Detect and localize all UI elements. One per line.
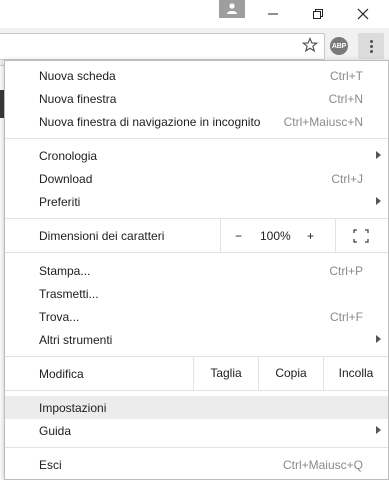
menu-item-label: Cronologia [39, 148, 98, 163]
menu-item-label: Nuova finestra [39, 91, 117, 106]
restore-icon [313, 9, 323, 19]
menu-dot [369, 49, 373, 53]
menu-item-shortcut: Ctrl+P [329, 263, 363, 278]
menu-item-settings[interactable]: Impostazioni [5, 396, 388, 419]
minimize-button[interactable] [253, 0, 293, 28]
menu-item-print[interactable]: Stampa... Ctrl+P [5, 259, 388, 282]
title-bar [0, 0, 389, 28]
close-icon [357, 8, 369, 20]
menu-item-label: Altri strumenti [39, 332, 113, 347]
menu-item-shortcut: Ctrl+J [331, 171, 363, 186]
zoom-divider [335, 219, 336, 252]
submenu-arrow-icon [376, 335, 381, 343]
menu-item-history[interactable]: Cronologia [5, 144, 388, 167]
menu-item-downloads[interactable]: Download Ctrl+J [5, 167, 388, 190]
menu-item-shortcut: Ctrl+F [330, 309, 363, 324]
close-button[interactable] [343, 0, 383, 28]
menu-item-shortcut: Ctrl+T [330, 68, 363, 83]
menu-separator [5, 390, 388, 391]
menu-item-new-incognito-window[interactable]: Nuova finestra di navigazione in incogni… [5, 110, 388, 133]
profile-button[interactable] [219, 0, 245, 18]
menu-item-exit[interactable]: Esci Ctrl+Maiusc+Q [5, 453, 388, 476]
zoom-row: Dimensioni dei caratteri − 100% + [5, 219, 388, 252]
address-bar[interactable] [0, 33, 325, 60]
submenu-arrow-icon [376, 151, 381, 159]
menu-item-new-tab[interactable]: Nuova scheda Ctrl+T [5, 64, 388, 87]
zoom-out-button[interactable]: − [235, 229, 242, 243]
menu-separator [5, 252, 388, 253]
edit-label: Modifica [39, 367, 84, 381]
menu-dot [369, 44, 373, 48]
restore-button[interactable] [298, 0, 338, 28]
menu-separator [5, 138, 388, 139]
menu-item-label: Trasmetti... [39, 286, 99, 301]
edit-row: Modifica Taglia Copia Incolla [5, 356, 388, 390]
menu-item-label: Nuova scheda [39, 68, 116, 83]
menu-item-label: Trova... [39, 309, 80, 324]
chrome-menu-button[interactable] [358, 33, 384, 59]
menu-item-shortcut: Ctrl+N [328, 91, 363, 106]
menu-item-new-window[interactable]: Nuova finestra Ctrl+N [5, 87, 388, 110]
zoom-in-button[interactable]: + [307, 229, 314, 243]
person-icon [227, 3, 237, 14]
menu-item-help[interactable]: Guida [5, 419, 388, 442]
menu-item-cast[interactable]: Trasmetti... [5, 282, 388, 305]
menu-separator [5, 447, 388, 448]
cut-button[interactable]: Taglia [193, 356, 258, 390]
paste-button[interactable]: Incolla [323, 356, 388, 390]
menu-item-label: Esci [39, 457, 62, 472]
menu-item-more-tools[interactable]: Altri strumenti [5, 328, 388, 351]
zoom-level: 100% [260, 229, 291, 243]
menu-item-label: Stampa... [39, 263, 91, 278]
zoom-divider [220, 219, 221, 252]
menu-item-find[interactable]: Trova... Ctrl+F [5, 305, 388, 328]
chrome-menu: Nuova scheda Ctrl+T Nuova finestra Ctrl+… [4, 60, 389, 480]
zoom-label: Dimensioni dei caratteri [39, 229, 165, 243]
copy-button[interactable]: Copia [258, 356, 323, 390]
submenu-arrow-icon [376, 197, 381, 205]
menu-dot [369, 39, 373, 43]
menu-item-shortcut: Ctrl+Maiusc+N [283, 114, 363, 129]
adblock-plus-icon[interactable]: ABP [330, 37, 348, 55]
menu-item-label: Guida [39, 423, 72, 438]
menu-item-label: Download [39, 171, 93, 186]
menu-item-label: Impostazioni [39, 400, 107, 415]
menu-item-bookmarks[interactable]: Preferiti [5, 190, 388, 213]
bookmark-star-icon[interactable] [302, 37, 318, 53]
submenu-arrow-icon [376, 426, 381, 434]
menu-item-shortcut: Ctrl+Maiusc+Q [282, 457, 363, 472]
menu-item-label: Preferiti [39, 194, 81, 209]
minimize-icon [268, 13, 278, 15]
menu-item-label: Nuova finestra di navigazione in incogni… [39, 114, 261, 129]
fullscreen-icon[interactable] [353, 229, 369, 243]
